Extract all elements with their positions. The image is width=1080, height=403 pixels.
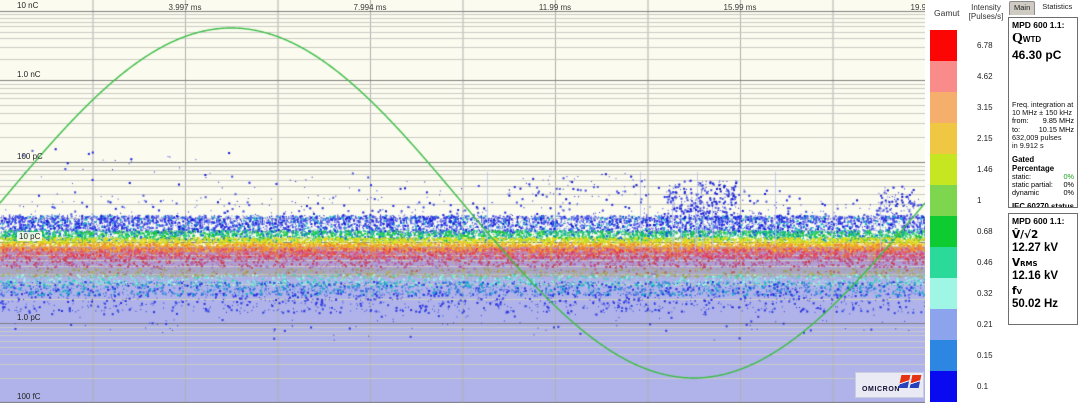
panel-tab-bar: Main Statistics [1009, 1, 1076, 15]
gamut-band [930, 278, 957, 309]
qwtd-value: 46.30 pC [1012, 48, 1062, 62]
y-axis-label: 100 fC [17, 392, 41, 401]
tab-statistics[interactable]: Statistics [1038, 1, 1076, 15]
gamut-band [930, 371, 957, 402]
panel1-device-title: MPD 600 1.1: [1012, 20, 1065, 30]
gamut-color-bar [930, 30, 957, 402]
gated-dynamic-row: dynamic 0% [1012, 188, 1074, 198]
intensity-axis-title: Intensity [Pulses/s] [961, 3, 1011, 21]
intensity-scale-value: 0.21 [977, 319, 993, 329]
y-axis-label: 10 nC [17, 1, 39, 10]
gamut-band [930, 309, 957, 340]
gamut-band [930, 123, 957, 154]
x-axis-label: 19.99 ms [910, 3, 925, 12]
gated-percentage-title: Gated Percentage [1012, 154, 1055, 173]
intensity-scale-value: 4.62 [977, 71, 993, 81]
iec-status-title: IEC 60270 status [1012, 201, 1074, 208]
gamut-band [930, 247, 957, 278]
intensity-scale-value: 6.78 [977, 40, 993, 50]
mpd-scope-window: 3.997 ms 7.994 ms 11.99 ms 15.99 ms 19.99 ms… [0, 0, 1080, 403]
gamut-band [930, 30, 957, 61]
voltage-measurement-panel: MPD 600 1.1: V̂/√2 12.27 kV VRMS 12.16 k… [1008, 213, 1078, 325]
gamut-band [930, 154, 957, 185]
intensity-scale-value: 3.15 [977, 102, 993, 112]
gamut-legend-title: Gamut [934, 8, 960, 18]
gamut-band [930, 61, 957, 92]
pd-heatmap-canvas[interactable] [0, 0, 925, 403]
x-axis-label: 3.997 ms [168, 3, 202, 12]
y-axis-label: 100 pC [17, 152, 43, 161]
omicron-flag-icon [909, 375, 922, 388]
x-axis-label: 11.99 ms [538, 3, 572, 12]
pulse-duration: in 9.912 s [1012, 141, 1044, 151]
pd-scope-plot: 3.997 ms 7.994 ms 11.99 ms 15.99 ms 19.99 ms… [0, 0, 925, 403]
intensity-scale-value: 0.32 [977, 288, 993, 298]
intensity-title-line2: [Pulses/s] [968, 12, 1004, 21]
intensity-scale-value: 0.46 [977, 257, 993, 267]
x-axis-label: 15.99 ms [723, 3, 757, 12]
omicron-logo-text: OMICRON [862, 386, 901, 393]
y-axis-label: 1.0 pC [17, 313, 41, 322]
vpeak-value: 12.27 kV [1012, 242, 1059, 254]
intensity-scale-value: 1 [977, 195, 982, 205]
vrms-symbol: VRMS [1012, 257, 1038, 269]
qwtd-symbol: QWTD [1012, 31, 1042, 46]
omicron-logo: OMICRON [855, 372, 924, 398]
y-axis-label: 1.0 nC [17, 70, 41, 79]
intensity-scale-value: 2.15 [977, 133, 993, 143]
intensity-scale-value: 0.1 [977, 381, 989, 391]
gamut-band [930, 92, 957, 123]
vpeak-symbol: V̂/√2 [1012, 229, 1039, 241]
intensity-scale-value: 1.46 [977, 164, 993, 174]
intensity-scale-value: 0.15 [977, 350, 993, 360]
y-axis-label: 10 pC [17, 232, 43, 241]
gamut-band [930, 216, 957, 247]
intensity-scale-value: 0.68 [977, 226, 993, 236]
gamut-band [930, 185, 957, 216]
frequency-symbol: fV [1012, 285, 1022, 297]
gamut-band [930, 340, 957, 371]
frequency-value: 50.02 Hz [1012, 298, 1059, 310]
charge-measurement-panel: MPD 600 1.1: QWTD 46.30 pC Freq. integra… [1008, 17, 1078, 208]
intensity-title-line1: Intensity [971, 3, 1001, 12]
x-axis-label: 7.994 ms [353, 3, 387, 12]
vrms-value: 12.16 kV [1012, 270, 1059, 282]
tab-main[interactable]: Main [1009, 1, 1036, 15]
panel2-device-title: MPD 600 1.1: [1012, 216, 1065, 226]
omicron-flag-icon [898, 375, 911, 388]
